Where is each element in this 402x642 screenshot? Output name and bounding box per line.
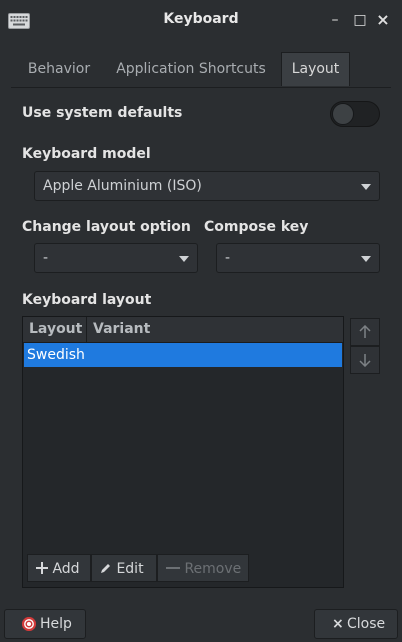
keyboard-layout-list: Layout Variant Swedish Add Edit Remove — [22, 316, 344, 588]
change-layout-option-label: Change layout option — [22, 219, 191, 235]
minus-icon — [166, 567, 180, 569]
maximize-button[interactable]: □ — [352, 11, 368, 29]
list-header: Layout Variant — [23, 317, 343, 343]
change-layout-option-value: - — [43, 250, 49, 266]
edit-layout-button[interactable]: Edit — [91, 554, 157, 582]
minimize-icon: – — [331, 12, 339, 28]
add-label: Add — [52, 561, 80, 577]
remove-label: Remove — [184, 561, 242, 577]
minimize-button[interactable]: – — [327, 11, 343, 29]
add-layout-button[interactable]: Add — [27, 554, 91, 582]
chevron-down-icon — [361, 184, 371, 190]
help-icon — [22, 617, 36, 631]
tab-application-shortcuts[interactable]: Application Shortcuts — [110, 52, 272, 86]
remove-layout-button[interactable]: Remove — [157, 554, 249, 582]
chevron-down-icon — [179, 256, 189, 262]
close-window-button[interactable]: × — [375, 11, 391, 29]
system-defaults-label: Use system defaults — [22, 105, 183, 121]
change-layout-option-combo[interactable]: - — [34, 243, 198, 273]
tab-behavior[interactable]: Behavior — [20, 52, 98, 86]
move-down-button[interactable] — [350, 346, 380, 374]
column-header-layout[interactable]: Layout — [23, 317, 87, 342]
system-defaults-switch[interactable] — [330, 101, 380, 127]
plus-icon — [36, 562, 48, 574]
keyboard-layout-label: Keyboard layout — [22, 292, 152, 308]
close-icon: × — [332, 616, 344, 632]
help-label: Help — [40, 616, 72, 632]
compose-key-label: Compose key — [204, 219, 309, 235]
chevron-down-icon — [361, 256, 371, 262]
switch-knob — [332, 103, 354, 125]
title-bar: Keyboard – □ × — [0, 0, 402, 42]
tab-bar: Behavior Application Shortcuts Layout — [11, 52, 391, 88]
arrow-up-icon — [359, 324, 371, 338]
keyboard-model-label: Keyboard model — [22, 146, 151, 162]
tab-layout[interactable]: Layout — [281, 52, 350, 86]
column-header-variant[interactable]: Variant — [87, 317, 343, 342]
pencil-icon — [101, 564, 110, 573]
layout-cell: Swedish — [27, 347, 85, 363]
close-icon: × — [376, 10, 390, 29]
compose-key-value: - — [225, 250, 231, 266]
maximize-icon: □ — [353, 12, 367, 28]
compose-key-combo[interactable]: - — [216, 243, 380, 273]
keyboard-model-value: Apple Aluminium (ISO) — [43, 178, 202, 194]
help-button[interactable]: Help — [4, 609, 86, 639]
list-item[interactable]: Swedish — [24, 343, 342, 367]
arrow-down-icon — [359, 354, 371, 368]
edit-label: Edit — [116, 561, 144, 577]
move-up-button[interactable] — [350, 318, 380, 346]
keyboard-model-combo[interactable]: Apple Aluminium (ISO) — [34, 171, 380, 201]
close-label: Close — [347, 616, 386, 632]
close-button[interactable]: × Close — [314, 609, 398, 639]
